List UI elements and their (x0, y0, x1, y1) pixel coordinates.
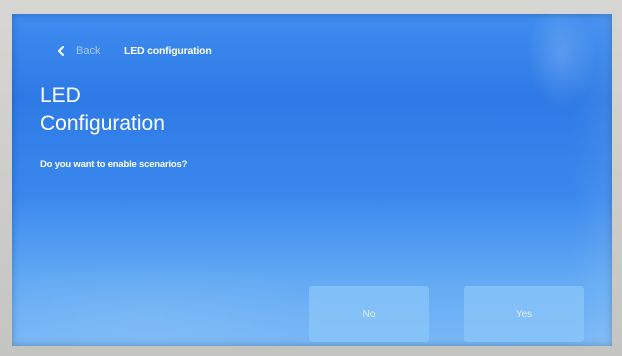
back-label: Back (76, 45, 101, 57)
top-bar: Back LED configuration (12, 14, 612, 64)
touch-screen: Back LED configuration LED Configuration… (12, 14, 612, 346)
yes-button[interactable]: Yes (464, 286, 584, 342)
no-button[interactable]: No (309, 286, 429, 342)
back-button[interactable]: Back (54, 44, 100, 58)
prompt-question: Do you want to enable scenarios? (40, 159, 188, 170)
chevron-left-icon (54, 44, 68, 58)
no-button-label: No (362, 308, 376, 320)
yes-button-label: Yes (515, 308, 533, 320)
header-title: LED configuration (124, 45, 212, 57)
page-title: LED Configuration (40, 84, 165, 135)
